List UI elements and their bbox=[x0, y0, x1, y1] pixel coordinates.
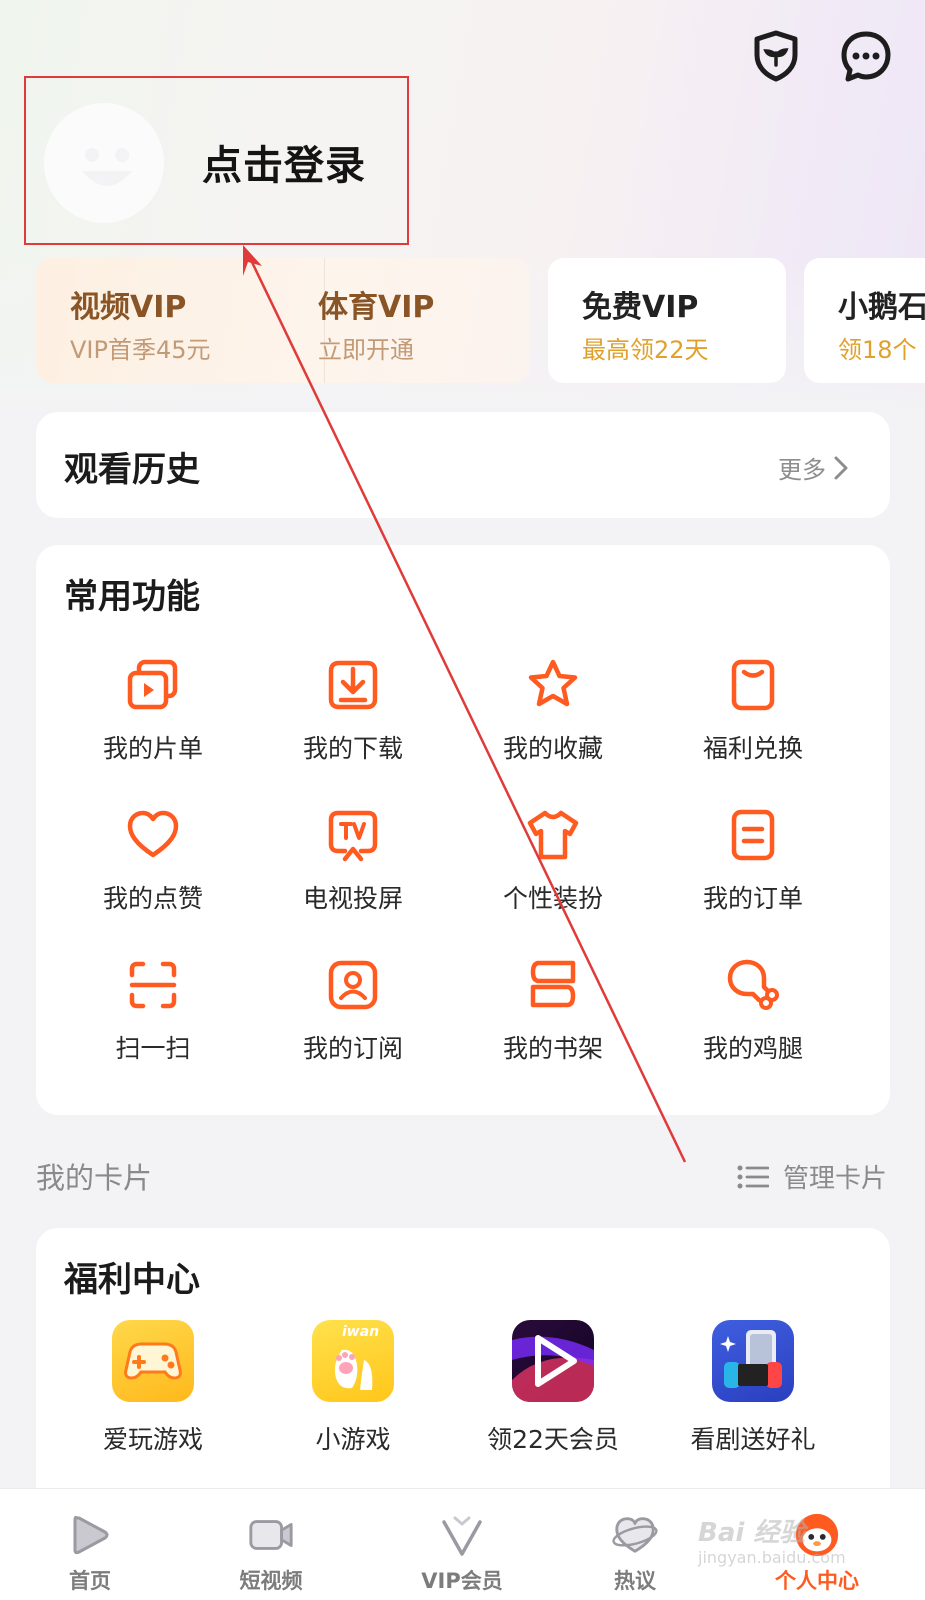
function-label: 电视投屏 bbox=[302, 884, 403, 913]
function-item-dressup[interactable]: 个性装扮 bbox=[446, 795, 660, 935]
function-label: 我的鸡腿 bbox=[702, 1034, 803, 1063]
function-label: 我的书架 bbox=[502, 1034, 603, 1063]
scan-icon bbox=[129, 961, 177, 1009]
annotation-highlight-box bbox=[24, 76, 409, 245]
nav-label: 首页 bbox=[69, 1569, 111, 1593]
vip-card-free[interactable]: 免费VIP 最高领22天 bbox=[548, 258, 786, 383]
function-item-scan[interactable]: 扫一扫 bbox=[46, 945, 260, 1085]
vip-card-sports[interactable]: 体育VIP 立即开通 bbox=[284, 258, 530, 383]
vip-card-title: 视频VIP bbox=[70, 290, 187, 325]
common-functions-card: 常用功能 我的片单 我的下载 我的收藏 福利兑换 我的点赞 电视投屏 个性装扮 bbox=[36, 545, 890, 1115]
function-item-bookshelf[interactable]: 我的书架 bbox=[446, 945, 660, 1085]
function-label: 我的片单 bbox=[102, 734, 203, 763]
function-label: 我的点赞 bbox=[102, 884, 203, 913]
function-label: 我的订阅 bbox=[302, 1034, 403, 1063]
function-item-drumstick[interactable]: 我的鸡腿 bbox=[646, 945, 860, 1085]
vip-card-goose[interactable]: 小鹅石 领18个 bbox=[804, 258, 925, 383]
tv-cast-icon bbox=[328, 810, 378, 862]
function-label: 个性装扮 bbox=[502, 884, 603, 913]
chat-bubble-icon bbox=[841, 31, 891, 82]
vip-card-subtitle: 领18个 bbox=[838, 336, 917, 364]
iwan-logo-text: iwan bbox=[342, 1324, 380, 1340]
vip-combined-card: 视频VIP VIP首季45元 体育VIP 立即开通 bbox=[36, 258, 530, 383]
nav-label: 个人中心 bbox=[775, 1569, 859, 1593]
home-icon bbox=[73, 1515, 109, 1555]
function-label: 我的下载 bbox=[302, 734, 403, 763]
gamepad-app-icon bbox=[124, 1342, 182, 1380]
heart-icon bbox=[127, 810, 179, 858]
my-cards-label: 我的卡片 bbox=[36, 1161, 153, 1195]
watermark: Bai 经验 bbox=[698, 1518, 806, 1548]
message-button[interactable] bbox=[838, 28, 894, 84]
vip-card-subtitle: VIP首季45元 bbox=[70, 336, 211, 364]
shield-button[interactable] bbox=[748, 28, 804, 84]
download-icon bbox=[328, 660, 378, 710]
watch-history-title: 观看历史 bbox=[64, 450, 200, 490]
discussion-icon bbox=[612, 1517, 658, 1553]
tshirt-icon bbox=[527, 810, 579, 860]
nav-item-vip[interactable]: VIP会员 bbox=[392, 1489, 532, 1600]
star-icon bbox=[528, 659, 578, 707]
playlist-icon bbox=[127, 659, 178, 710]
list-icon bbox=[737, 1165, 769, 1188]
vip-card-title: 免费VIP bbox=[582, 290, 699, 325]
watermark-url: jingyan.baidu.com bbox=[698, 1548, 846, 1567]
welfare-label: 小游戏 bbox=[315, 1425, 391, 1454]
nav-item-home[interactable]: 首页 bbox=[20, 1489, 160, 1600]
welfare-item-membership[interactable]: 领22天会员 bbox=[446, 1320, 660, 1460]
shield-icon bbox=[754, 30, 798, 82]
manage-cards-button[interactable]: 管理卡片 bbox=[737, 1158, 887, 1195]
function-item-favorites[interactable]: 我的收藏 bbox=[446, 645, 660, 785]
more-label: 更多 bbox=[778, 456, 826, 484]
function-label: 我的订单 bbox=[702, 884, 803, 913]
nav-label: 热议 bbox=[614, 1569, 656, 1593]
common-functions-title: 常用功能 bbox=[64, 577, 200, 617]
function-item-likes[interactable]: 我的点赞 bbox=[46, 795, 260, 935]
function-item-download[interactable]: 我的下载 bbox=[246, 645, 460, 785]
gift-app-icon bbox=[720, 1330, 782, 1388]
welfare-label: 领22天会员 bbox=[487, 1425, 619, 1454]
welfare-center-title: 福利中心 bbox=[64, 1260, 200, 1300]
vip-card-subtitle: 最高领22天 bbox=[582, 336, 709, 364]
nav-label: VIP会员 bbox=[421, 1569, 503, 1593]
watch-history-card[interactable]: 观看历史 更多 bbox=[36, 412, 890, 518]
welfare-label: 爱玩游戏 bbox=[102, 1425, 203, 1454]
vip-card-row: 视频VIP VIP首季45元 体育VIP 立即开通 免费VIP 最高领22天 小… bbox=[36, 258, 925, 383]
bookshelf-icon bbox=[530, 960, 576, 1008]
drumstick-icon bbox=[727, 959, 779, 1010]
welfare-label: 看剧送好礼 bbox=[690, 1425, 816, 1454]
nav-item-short-video[interactable]: 短视频 bbox=[201, 1489, 341, 1600]
nav-item-discussion[interactable]: 热议 bbox=[565, 1489, 705, 1600]
welfare-item-games[interactable]: 爱玩游戏 bbox=[46, 1320, 260, 1460]
function-label: 我的收藏 bbox=[502, 734, 603, 763]
subscribe-icon bbox=[328, 960, 378, 1010]
coupon-icon bbox=[731, 659, 775, 711]
function-item-redeem[interactable]: 福利兑换 bbox=[646, 645, 860, 785]
function-label: 福利兑换 bbox=[702, 734, 803, 763]
vip-card-subtitle: 立即开通 bbox=[318, 336, 414, 364]
vip-card-title: 小鹅石 bbox=[838, 290, 925, 325]
function-item-subscriptions[interactable]: 我的订阅 bbox=[246, 945, 460, 1085]
function-item-tv-cast[interactable]: 电视投屏 bbox=[246, 795, 460, 935]
manage-cards-label: 管理卡片 bbox=[782, 1164, 887, 1194]
vip-card-video[interactable]: 视频VIP VIP首季45元 bbox=[36, 258, 324, 383]
vip-card-title: 体育VIP bbox=[318, 290, 435, 325]
order-icon bbox=[731, 809, 775, 861]
short-video-icon bbox=[249, 1520, 293, 1550]
video-app-icon bbox=[512, 1335, 594, 1402]
function-item-orders[interactable]: 我的订单 bbox=[646, 795, 860, 935]
welfare-item-mini-games[interactable]: iwan 小游戏 bbox=[246, 1320, 460, 1460]
function-item-playlist[interactable]: 我的片单 bbox=[46, 645, 260, 785]
vip-icon bbox=[442, 1516, 482, 1556]
nav-label: 短视频 bbox=[239, 1569, 303, 1593]
chevron-right-icon bbox=[834, 456, 848, 479]
function-label: 扫一扫 bbox=[115, 1034, 191, 1063]
more-link[interactable]: 更多 bbox=[778, 450, 850, 485]
welfare-item-gifts[interactable]: 看剧送好礼 bbox=[646, 1320, 860, 1460]
